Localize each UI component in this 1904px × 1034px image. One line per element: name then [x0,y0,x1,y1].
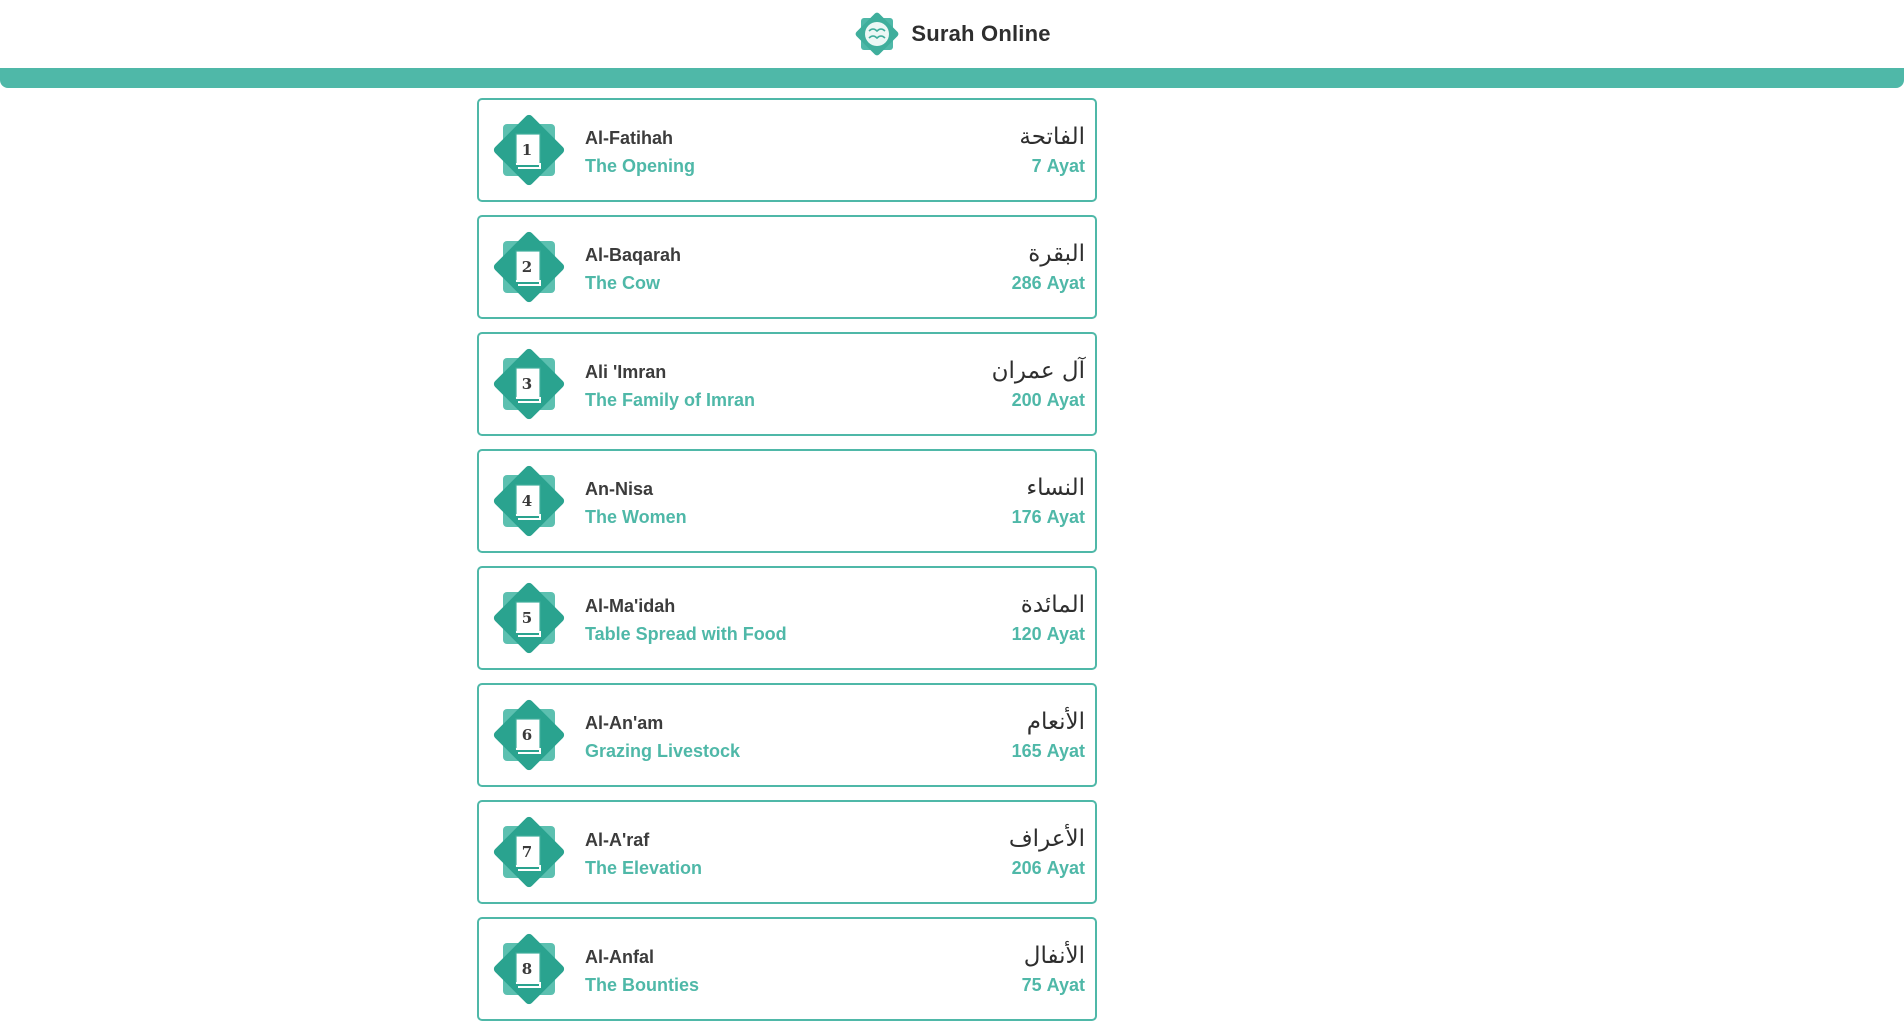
surah-arabic-name: الفاتحة [1019,124,1085,150]
surah-card[interactable]: 6 Al-An'am Grazing Livestock الأنعام 165… [477,683,1097,787]
surah-meaning: The Bounties [585,975,700,995]
surah-number-badge: 5 [491,580,567,656]
ayat-count: 75 Ayat [1022,975,1085,996]
ayat-number: 120 [1011,624,1042,644]
surah-name: Al-Anfal [585,947,654,967]
surah-meaning: The Elevation [585,858,703,878]
surah-number: 6 [521,726,533,744]
surah-number-badge: 4 [491,463,567,539]
surah-number-badge: 3 [491,346,567,422]
surah-meaning: The Family of Imran [585,390,756,410]
accent-bar [0,68,1904,88]
surah-arabic-name: البقرة [1028,241,1085,267]
ayat-number: 200 [1011,390,1042,410]
ayat-number: 176 [1011,507,1042,527]
surah-arabic-name: الأعراف [1008,826,1085,852]
ayat-label: Ayat [1046,507,1085,527]
surah-number-badge: 6 [491,697,567,773]
surah-number-badge: 7 [491,814,567,890]
surah-name: Al-Fatihah [585,128,673,148]
surah-meaning: Grazing Livestock [585,741,741,761]
surah-card[interactable]: 1 Al-Fatihah The Opening الفاتحة 7 Ayat [477,98,1097,202]
surah-name: Al-A'raf [585,830,650,850]
surah-arabic-name: النساء [1026,475,1085,501]
surah-list: 1 Al-Fatihah The Opening الفاتحة 7 Ayat 2… [477,98,1097,1034]
ayat-number: 286 [1011,273,1042,293]
surah-number: 2 [521,258,533,276]
surah-name: Al-An'am [585,713,664,733]
surah-meaning: The Opening [585,156,695,176]
site-header: Surah Online [0,0,1904,68]
surah-meaning: The Cow [585,273,660,293]
surah-card[interactable]: 4 An-Nisa The Women النساء 176 Ayat [477,449,1097,553]
surah-number: 7 [521,843,533,861]
surah-name: Al-Ma'idah [585,596,676,616]
ayat-number: 165 [1011,741,1042,761]
surah-number-badge: 8 [491,931,567,1007]
surah-card[interactable]: 7 Al-A'raf The Elevation الأعراف 206 Ayat [477,800,1097,904]
ayat-number: 7 [1031,156,1042,176]
ayat-number: 75 [1021,975,1042,995]
ayat-count: 176 Ayat [1012,507,1085,528]
surah-number: 3 [521,375,533,393]
surah-number: 1 [521,141,533,159]
surah-number: 5 [521,609,533,627]
surah-arabic-name: آل عمران [991,358,1085,384]
ayat-label: Ayat [1046,624,1085,644]
surah-number: 8 [521,960,533,978]
surah-arabic-name: الأنفال [1023,943,1085,969]
ayat-label: Ayat [1046,156,1085,176]
surah-meaning: The Women [585,507,687,527]
ayat-count: 200 Ayat [1012,390,1085,411]
surah-arabic-name: الأنعام [1026,709,1085,735]
surah-name: An-Nisa [585,479,654,499]
brand[interactable]: Surah Online [0,0,1904,68]
surah-card[interactable]: 2 Al-Baqarah The Cow البقرة 286 Ayat [477,215,1097,319]
surah-name: Al-Baqarah [585,245,682,265]
surah-number-badge: 1 [491,112,567,188]
surah-number-badge: 2 [491,229,567,305]
ayat-count: 286 Ayat [1012,273,1085,294]
surah-card[interactable]: 5 Al-Ma'idah Table Spread with Food الما… [477,566,1097,670]
ayat-count: 7 Ayat [1032,156,1085,177]
ayat-label: Ayat [1046,741,1085,761]
ayat-count: 120 Ayat [1012,624,1085,645]
surah-card[interactable]: 8 Al-Anfal The Bounties الأنفال 75 Ayat [477,917,1097,1021]
ayat-label: Ayat [1046,858,1085,878]
surah-meaning: Table Spread with Food [585,624,787,644]
ayat-count: 165 Ayat [1012,741,1085,762]
ayat-label: Ayat [1046,273,1085,293]
surah-arabic-name: المائدة [1020,592,1085,618]
surah-card[interactable]: 3 Ali 'Imran The Family of Imran آل عمرا… [477,332,1097,436]
star-book-logo-icon [855,12,899,56]
ayat-label: Ayat [1046,390,1085,410]
ayat-number: 206 [1011,858,1042,878]
site-title: Surah Online [911,21,1051,46]
surah-name: Ali 'Imran [585,362,667,382]
ayat-count: 206 Ayat [1012,858,1085,879]
surah-number: 4 [521,492,533,510]
ayat-label: Ayat [1046,975,1085,995]
